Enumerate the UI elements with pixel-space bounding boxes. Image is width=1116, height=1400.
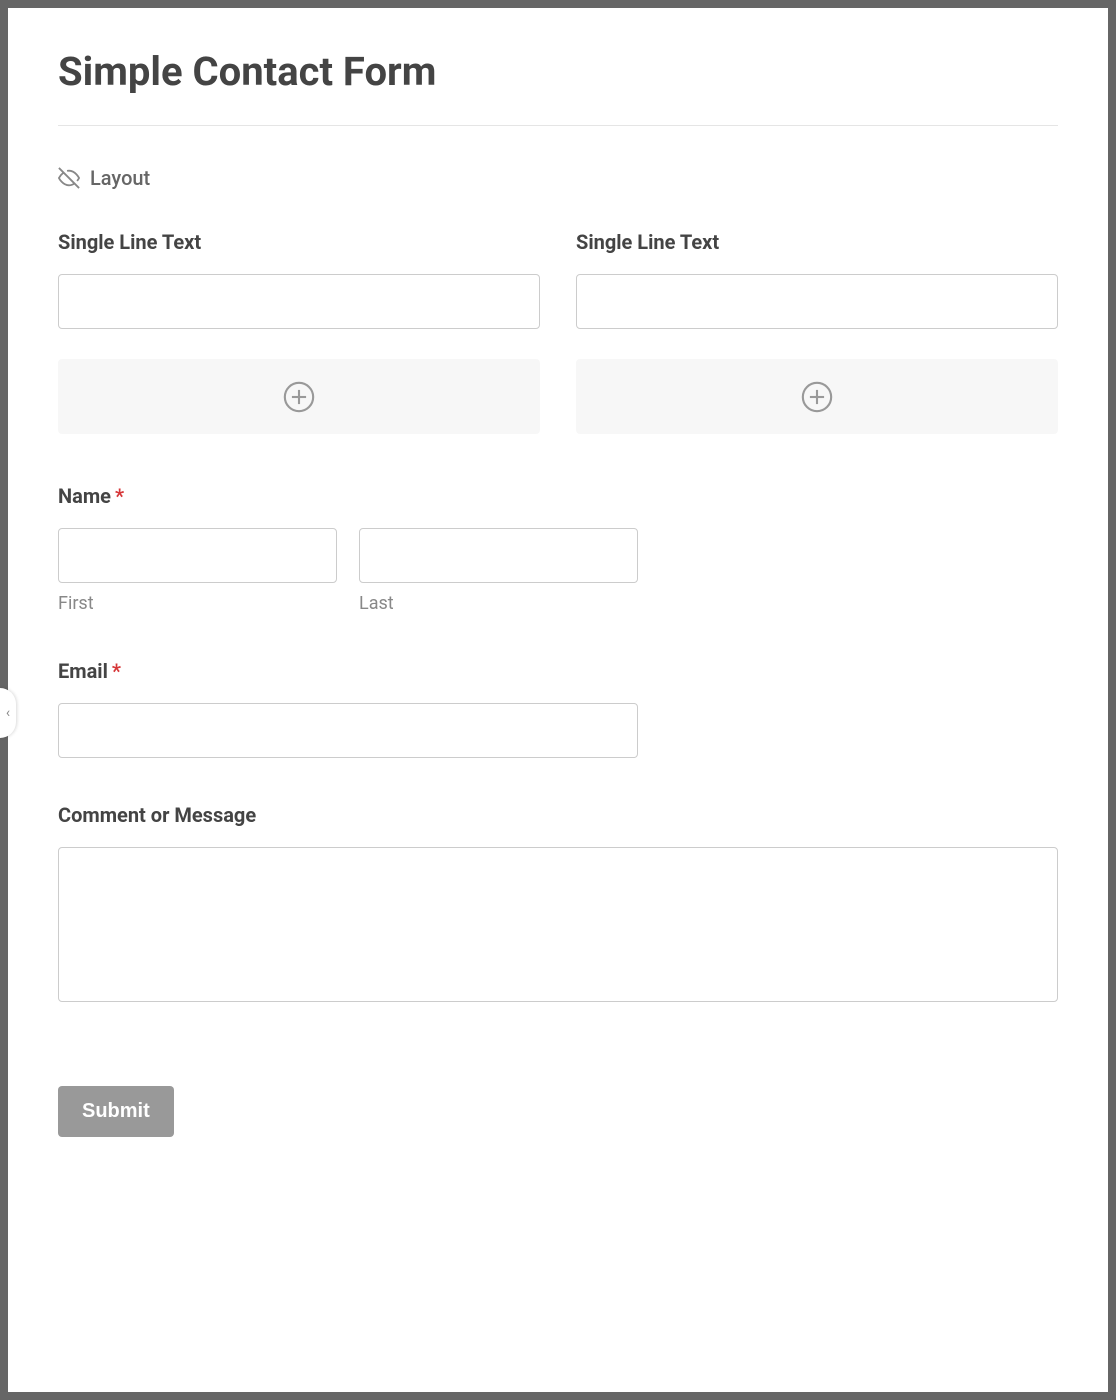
first-name-input[interactable] [58,528,337,583]
message-label: Comment or Message [58,803,1058,827]
layout-columns-row: Single Line Text Single Line Text [58,230,1058,434]
single-line-text-input-2[interactable] [576,274,1058,329]
page-title: Simple Contact Form [58,48,1058,95]
email-section: Email* [58,659,1058,758]
layout-column-2: Single Line Text [576,230,1058,434]
layout-label: Layout [90,166,150,190]
single-line-text-input-1[interactable] [58,274,540,329]
message-section: Comment or Message [58,803,1058,1006]
name-first-field: First [58,528,337,614]
first-name-sublabel: First [58,593,337,614]
email-input[interactable] [58,703,638,758]
name-row: First Last [58,528,638,614]
required-indicator: * [112,659,121,683]
layout-header: Layout [58,166,1058,190]
submit-button[interactable]: Submit [58,1086,174,1137]
name-section: Name* First Last [58,484,1058,614]
last-name-input[interactable] [359,528,638,583]
plus-circle-icon [282,380,316,414]
required-indicator: * [115,484,124,508]
add-field-area-1[interactable] [58,359,540,434]
hidden-icon [58,167,80,189]
last-name-sublabel: Last [359,593,638,614]
expand-tab[interactable]: ‹ [0,688,16,738]
name-last-field: Last [359,528,638,614]
email-label: Email* [58,659,1058,683]
message-textarea[interactable] [58,847,1058,1002]
divider [58,125,1058,126]
name-label: Name* [58,484,1058,508]
page-container: ‹ Simple Contact Form Layout Single Line… [8,8,1108,1392]
layout-column-1: Single Line Text [58,230,540,434]
field-label-col1: Single Line Text [58,230,540,254]
add-field-area-2[interactable] [576,359,1058,434]
plus-circle-icon [800,380,834,414]
field-label-col2: Single Line Text [576,230,1058,254]
